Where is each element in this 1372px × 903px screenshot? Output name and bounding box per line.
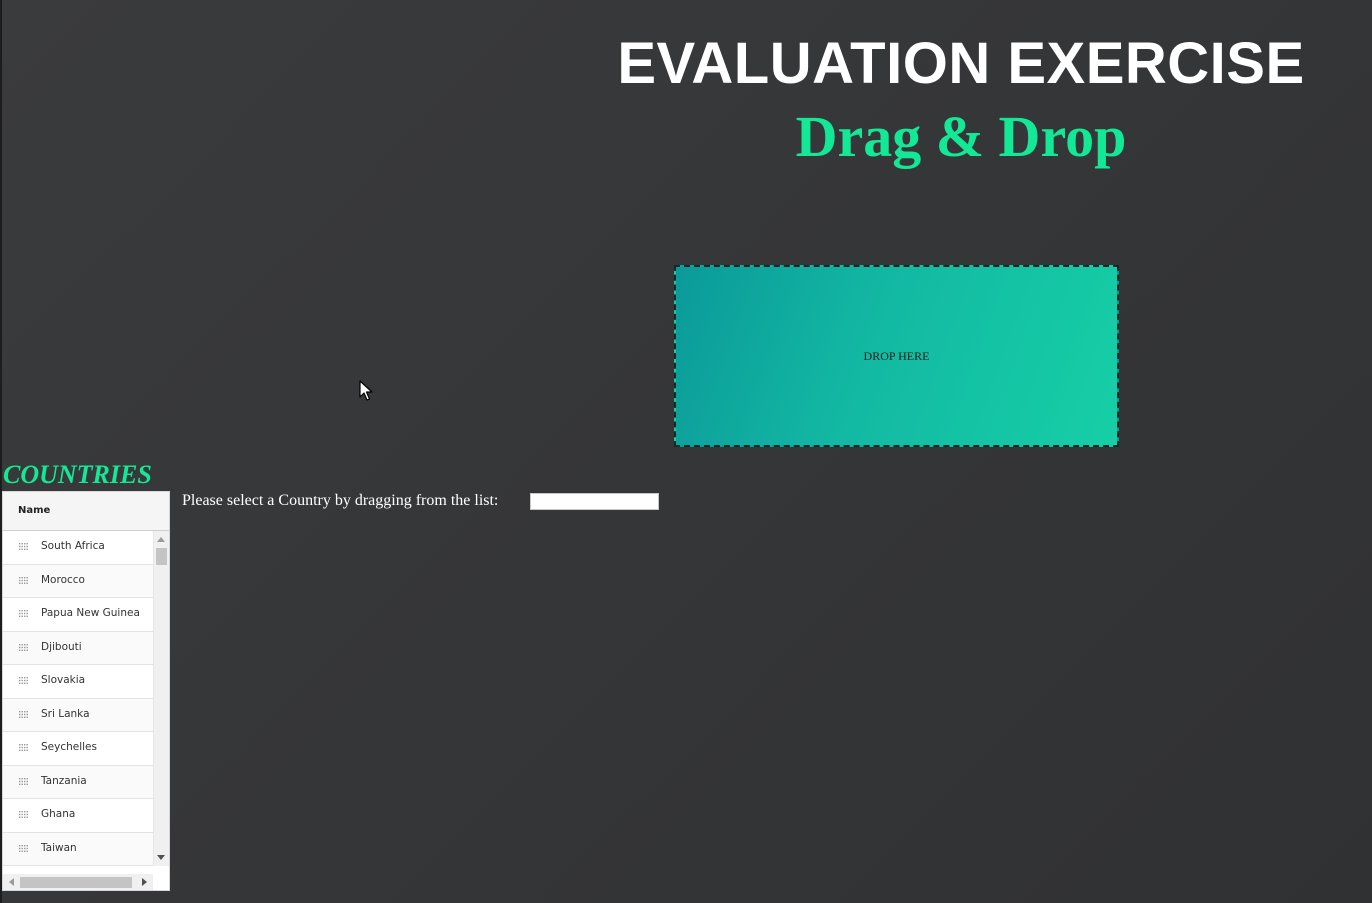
drag-handle-icon[interactable] [19,677,28,684]
list-item[interactable]: South Africa [3,531,153,565]
selected-country-input[interactable] [530,493,659,510]
country-name: Ghana [41,808,76,820]
drag-handle-icon[interactable] [19,643,28,651]
column-header-name[interactable]: Name [18,505,50,516]
list-item[interactable]: Morocco [3,564,153,598]
country-name: Seychelles [41,741,97,753]
drag-handle-icon[interactable] [19,710,28,718]
drop-zone[interactable]: DROP HERE [674,265,1119,447]
drag-handle-icon[interactable] [19,610,28,617]
country-name: Sri Lanka [41,707,90,720]
country-name: Taiwan [41,841,77,854]
list-item[interactable]: Ghana [3,799,153,833]
page-title: EVALUATION EXERCISE [617,31,1305,96]
grid-header: Name [3,492,169,531]
country-name: South Africa [41,540,105,552]
country-name: Djibouti [41,640,82,653]
page-subtitle: Drag & Drop [795,104,1127,169]
scroll-left-arrow-icon[interactable] [9,878,14,886]
instruction-text: Please select a Country by dragging from… [182,492,499,509]
list-item[interactable]: Slovakia [3,665,153,699]
list-item[interactable]: Sri Lanka [3,698,153,732]
vertical-scrollbar[interactable] [153,531,169,866]
list-item[interactable]: Papua New Guinea [3,598,153,632]
drop-zone-label: DROP HERE [863,348,930,363]
countries-heading: COUNTRIES [3,460,152,489]
arrow-cursor-icon [359,380,373,401]
drag-handle-icon[interactable] [19,811,28,818]
list-item[interactable]: Seychelles [3,732,153,766]
drag-handle-icon[interactable] [19,744,28,751]
horizontal-scroll-thumb[interactable] [20,877,132,888]
scroll-up-arrow-icon[interactable] [157,537,165,542]
list-item[interactable]: Tanzania [3,765,153,799]
list-item[interactable]: Taiwan [3,832,153,866]
country-name: Slovakia [41,674,86,686]
drag-handle-icon[interactable] [19,844,28,852]
list-item[interactable]: Djibouti [3,631,153,665]
vertical-scroll-thumb[interactable] [156,548,167,565]
grid-body: South Africa Morocco Papua New Guinea Djibo… [3,531,153,866]
countries-grid: Name South Africa Morocco Papua New Guinea… [2,491,170,891]
scroll-down-arrow-icon[interactable] [157,855,165,860]
country-name: Morocco [41,573,85,586]
horizontal-scrollbar[interactable] [3,874,153,890]
drag-handle-icon[interactable] [19,576,28,584]
scroll-right-arrow-icon[interactable] [142,878,147,886]
drag-handle-icon[interactable] [19,777,28,785]
country-name: Tanzania [41,774,87,787]
drag-handle-icon[interactable] [19,543,28,550]
country-name: Papua New Guinea [41,607,140,619]
